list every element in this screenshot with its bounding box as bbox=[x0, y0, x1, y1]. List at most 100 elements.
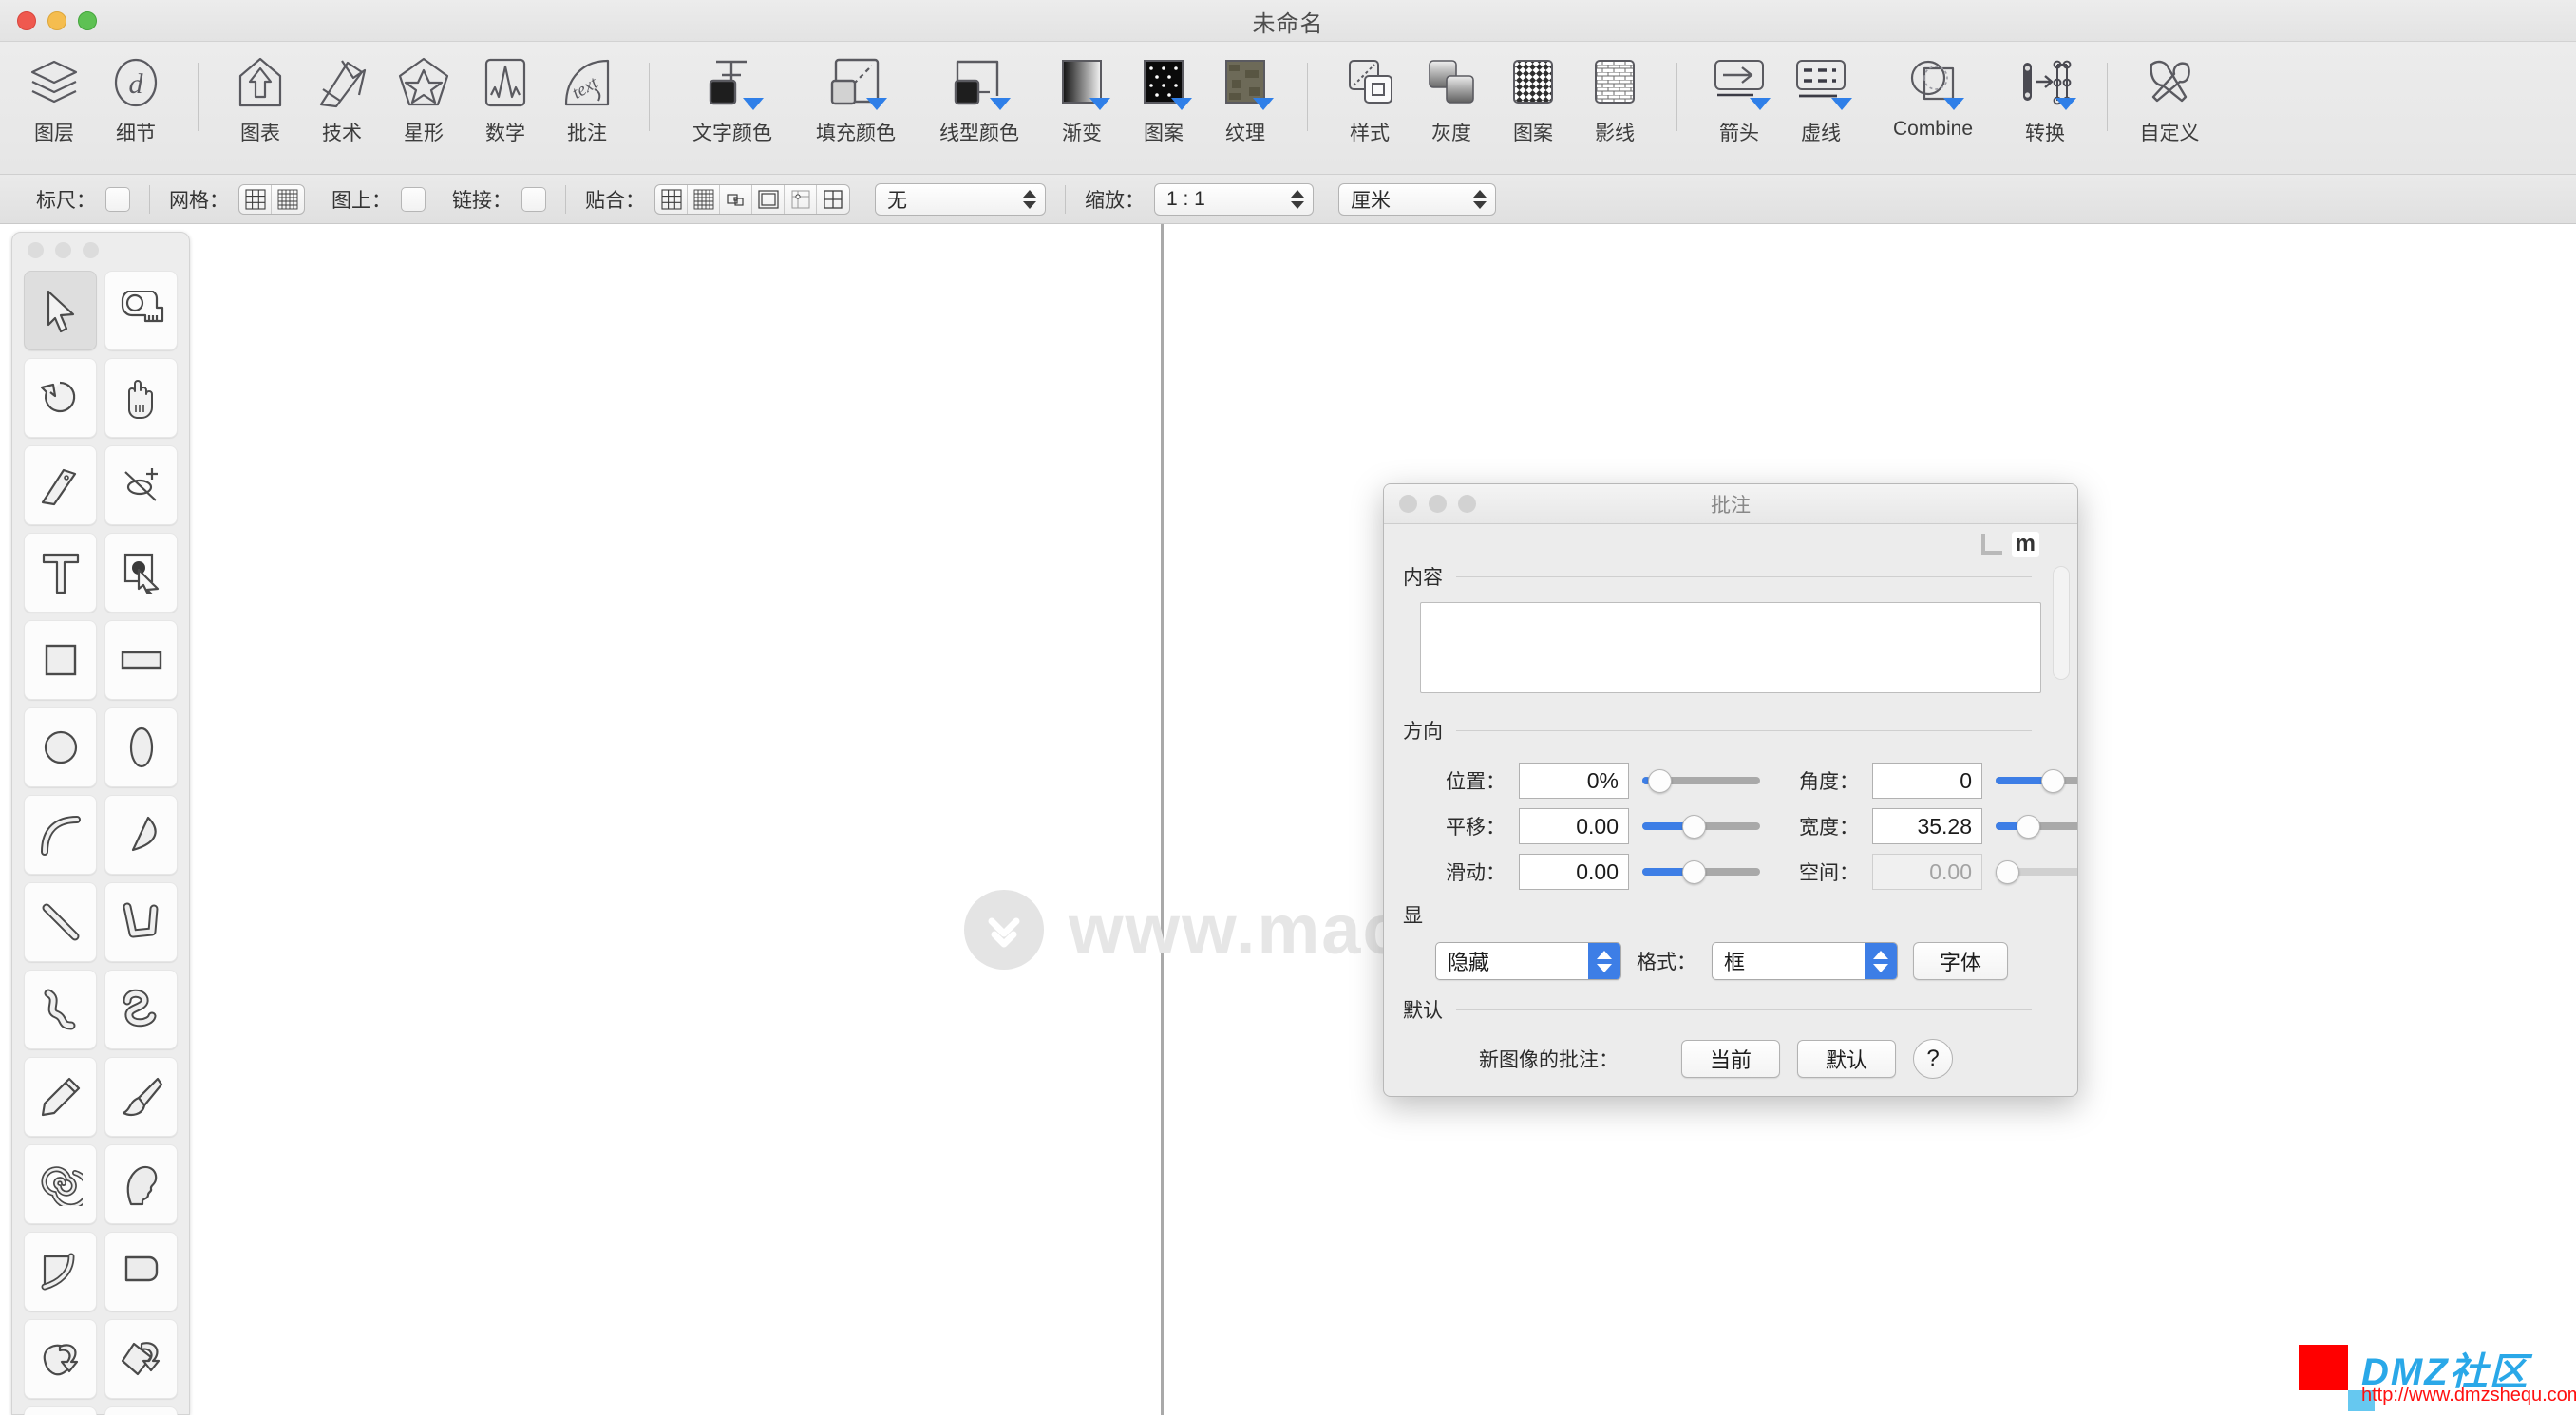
grid-coarse-icon[interactable] bbox=[239, 184, 272, 214]
text-tool[interactable] bbox=[24, 533, 97, 613]
toolbar-button-layers[interactable]: 图层 bbox=[13, 42, 95, 163]
dialog-scrollbar[interactable] bbox=[2053, 566, 2070, 680]
toolbar-button-arrow[interactable]: 箭头 bbox=[1698, 42, 1780, 163]
arc-tool[interactable] bbox=[24, 795, 97, 875]
current-button[interactable]: 当前 bbox=[1681, 1040, 1780, 1078]
drawing-canvas[interactable]: www.macjb.com DMZ社区 http://www.dmzshequ.… bbox=[0, 224, 2576, 1415]
chevron-down-icon[interactable] bbox=[1253, 98, 1274, 110]
toolbar-button-text-color[interactable]: 文字颜色 bbox=[671, 42, 794, 163]
stepper-icon[interactable] bbox=[1291, 189, 1304, 209]
width-input[interactable]: 35.28 bbox=[1872, 808, 1982, 844]
toolbar-button-convert[interactable]: 转换 bbox=[2004, 42, 2086, 163]
snap-quadrant-icon[interactable] bbox=[817, 185, 849, 214]
toolbar-button-gradient[interactable]: 渐变 bbox=[1041, 42, 1123, 163]
snap-segmented-control[interactable] bbox=[654, 183, 850, 215]
toolbar-button-annotation[interactable]: text 批注 bbox=[546, 42, 628, 163]
slide-slider[interactable] bbox=[1642, 854, 1760, 890]
popup-arrows-icon[interactable] bbox=[1588, 943, 1620, 979]
toolbar-button-pattern-fill[interactable]: 图案 bbox=[1492, 42, 1574, 163]
translate-slider[interactable] bbox=[1642, 808, 1760, 844]
snap-fine-grid-icon[interactable] bbox=[688, 184, 720, 214]
stepper-icon[interactable] bbox=[1023, 189, 1036, 209]
format-select[interactable]: 框 bbox=[1712, 942, 1898, 980]
shape-rotate-tool[interactable] bbox=[104, 1319, 178, 1399]
palette-close-button[interactable] bbox=[28, 241, 44, 258]
irregular-pentagon-tool[interactable] bbox=[104, 1406, 178, 1415]
freeform-curve-tool[interactable] bbox=[104, 970, 178, 1049]
snap-object-icon[interactable] bbox=[720, 184, 752, 214]
measure-tape-tool[interactable] bbox=[104, 271, 178, 350]
spiral-tool[interactable] bbox=[24, 1144, 97, 1224]
toolbar-button-technical[interactable]: 技术 bbox=[301, 42, 383, 163]
toolbar-button-math[interactable]: 数学 bbox=[464, 42, 546, 163]
blob-rotate-tool[interactable] bbox=[24, 1319, 97, 1399]
silhouette-head-tool[interactable] bbox=[104, 1144, 178, 1224]
slider-knob[interactable] bbox=[1682, 815, 1706, 839]
font-button[interactable]: 字体 bbox=[1913, 942, 2008, 980]
toolbar-button-combine[interactable]: Combine bbox=[1862, 42, 2004, 163]
width-slider[interactable] bbox=[1996, 808, 2077, 844]
toolbar-button-chart[interactable]: 图表 bbox=[219, 42, 301, 163]
ontop-checkbox[interactable] bbox=[401, 186, 426, 212]
chevron-down-icon[interactable] bbox=[990, 98, 1011, 110]
chevron-down-icon[interactable] bbox=[1831, 98, 1852, 110]
chevron-down-icon[interactable] bbox=[1171, 98, 1192, 110]
unit-select[interactable]: 厘米 bbox=[1338, 182, 1496, 216]
position-input[interactable]: 0% bbox=[1519, 763, 1629, 799]
toolbar-button-pattern[interactable]: 图案 bbox=[1123, 42, 1204, 163]
toolbar-button-hatching[interactable]: 影线 bbox=[1574, 42, 1656, 163]
grid-fine-icon[interactable] bbox=[272, 185, 304, 214]
line-tool[interactable] bbox=[24, 882, 97, 962]
brush-tool[interactable] bbox=[104, 1057, 178, 1137]
pie-wedge-tool[interactable] bbox=[104, 795, 178, 875]
snap-bounds-icon[interactable] bbox=[752, 184, 785, 214]
slider-knob[interactable] bbox=[2041, 769, 2065, 793]
display-mode-select[interactable]: 隐藏 bbox=[1435, 942, 1621, 980]
slider-knob[interactable] bbox=[1682, 860, 1706, 884]
ruler-checkbox[interactable] bbox=[105, 186, 130, 212]
toolbar-button-customize[interactable]: 自定义 bbox=[2129, 42, 2210, 163]
slide-input[interactable]: 0.00 bbox=[1519, 854, 1629, 890]
toolbar-button-dashed-line[interactable]: 虚线 bbox=[1780, 42, 1862, 163]
help-button[interactable]: ? bbox=[1913, 1039, 1953, 1079]
pentagon-tool[interactable] bbox=[24, 1406, 97, 1415]
polyline-tool[interactable] bbox=[104, 882, 178, 962]
add-node-tool[interactable] bbox=[104, 445, 178, 525]
position-slider[interactable] bbox=[1642, 763, 1760, 799]
toolbar-button-detail[interactable]: d 细节 bbox=[95, 42, 177, 163]
rotate-undo-tool[interactable] bbox=[24, 358, 97, 438]
pencil-tool[interactable] bbox=[24, 1057, 97, 1137]
toolbar-button-grayscale[interactable]: 灰度 bbox=[1411, 42, 1492, 163]
snap-points-icon[interactable] bbox=[785, 184, 817, 214]
curve-tool[interactable] bbox=[24, 970, 97, 1049]
knife-cut-tool[interactable] bbox=[24, 445, 97, 525]
slider-knob[interactable] bbox=[1648, 769, 1672, 793]
chevron-down-icon[interactable] bbox=[1750, 98, 1771, 110]
hand-pan-tool[interactable] bbox=[104, 358, 178, 438]
angle-slider[interactable] bbox=[1996, 763, 2077, 799]
square-tool[interactable] bbox=[24, 620, 97, 700]
translate-input[interactable]: 0.00 bbox=[1519, 808, 1629, 844]
grid-segmented-control[interactable] bbox=[238, 183, 305, 215]
default-button[interactable]: 默认 bbox=[1797, 1040, 1896, 1078]
link-checkbox[interactable] bbox=[521, 186, 546, 212]
snap-grid-icon[interactable] bbox=[655, 184, 688, 214]
chevron-down-icon[interactable] bbox=[1089, 98, 1110, 110]
toolbar-button-star[interactable]: 星形 bbox=[383, 42, 464, 163]
slider-knob[interactable] bbox=[2017, 815, 2040, 839]
ellipse-tool[interactable] bbox=[104, 708, 178, 787]
chevron-down-icon[interactable] bbox=[2055, 98, 2076, 110]
bend-shape-tool[interactable] bbox=[24, 1232, 97, 1311]
palette-zoom-button[interactable] bbox=[83, 241, 99, 258]
toolbar-button-line-color[interactable]: 线型颜色 bbox=[918, 42, 1041, 163]
toolbar-button-texture[interactable]: 纹理 bbox=[1204, 42, 1286, 163]
chevron-down-icon[interactable] bbox=[866, 98, 887, 110]
chevron-down-icon[interactable] bbox=[743, 98, 764, 110]
palette-minimize-button[interactable] bbox=[55, 241, 71, 258]
popup-arrows-icon[interactable] bbox=[1865, 943, 1897, 979]
toolbar-button-fill-color[interactable]: 填充颜色 bbox=[794, 42, 918, 163]
angle-input[interactable]: 0 bbox=[1872, 763, 1982, 799]
rounded-rect-tool[interactable] bbox=[104, 1232, 178, 1311]
select-arrow-tool[interactable] bbox=[24, 271, 97, 350]
chevron-down-icon[interactable] bbox=[1943, 98, 1964, 110]
